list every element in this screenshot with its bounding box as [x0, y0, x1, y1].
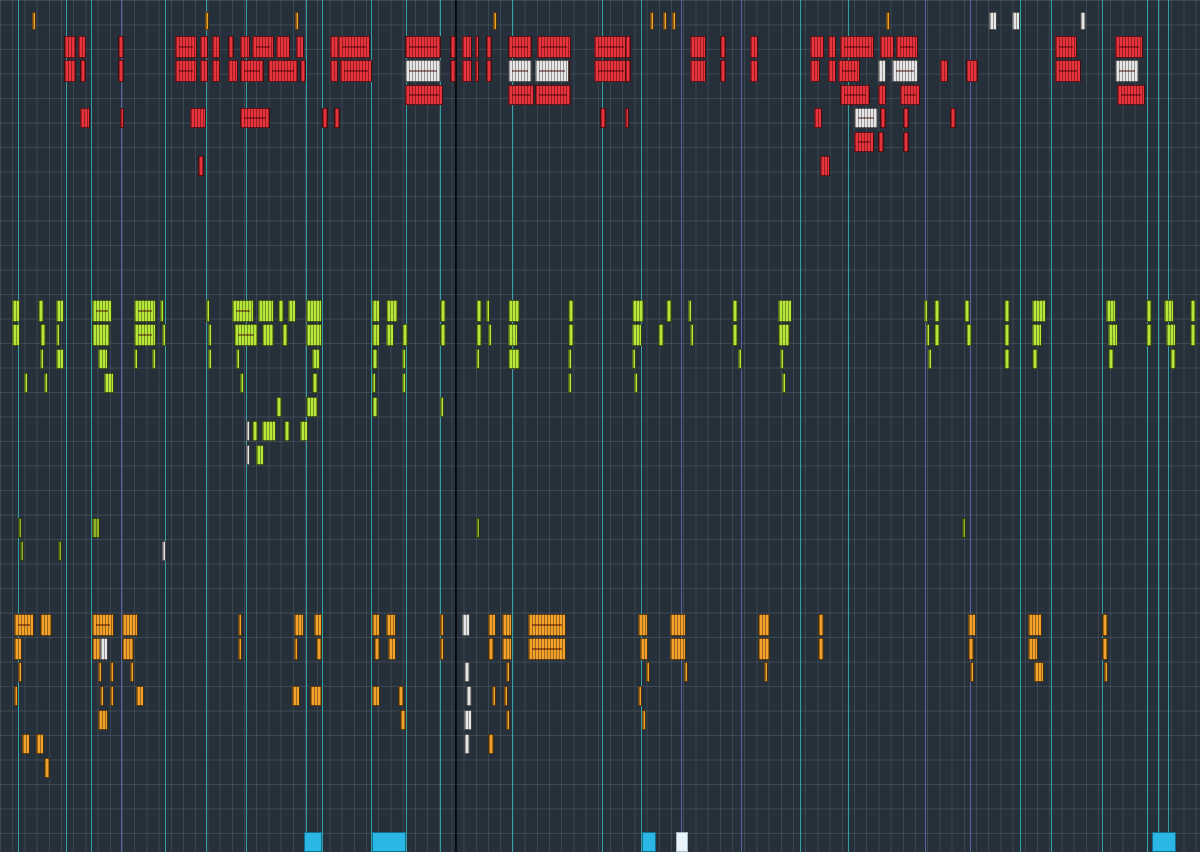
- loop-region-block[interactable]: [676, 832, 688, 852]
- loop-region-bar[interactable]: [0, 0, 1200, 852]
- arrangement-view[interactable]: [0, 0, 1200, 852]
- loop-region-block[interactable]: [1152, 832, 1176, 852]
- loop-region-block[interactable]: [642, 832, 656, 852]
- loop-region-block[interactable]: [304, 832, 322, 852]
- loop-region-block[interactable]: [372, 832, 406, 852]
